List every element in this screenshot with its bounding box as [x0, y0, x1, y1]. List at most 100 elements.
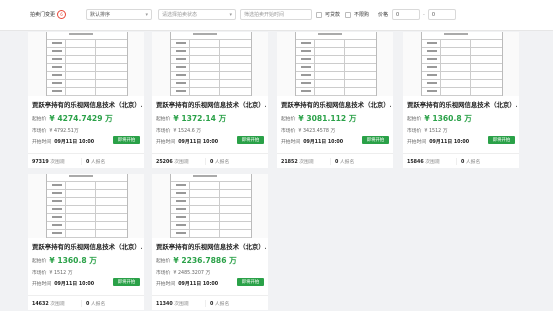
doc-table-divider	[219, 64, 220, 71]
document-thumbnail[interactable]	[152, 174, 268, 238]
start-price-row: 起拍价 ¥ 3081.112 万	[281, 113, 356, 124]
doc-table-row	[171, 190, 251, 198]
document-thumbnail[interactable]	[403, 32, 519, 96]
date-filter-input[interactable]: 筛选拍卖开始时间	[240, 9, 312, 20]
price-max-input[interactable]: 0	[427, 9, 456, 20]
doc-table-divider	[95, 40, 96, 47]
card-title[interactable]: 贾跃亭持有的乐视网信息技术（北京）...	[156, 100, 266, 109]
card-title[interactable]: 贾跃亭持有的乐视网信息技术（北京）...	[32, 242, 142, 251]
document-page	[170, 32, 252, 96]
doc-text-line	[52, 200, 62, 202]
views-count: 14632 次围观	[28, 300, 82, 307]
doc-table-divider	[95, 64, 96, 71]
doc-table-row	[47, 206, 127, 214]
card-footer: 25206 次围观 0 人报名	[152, 153, 268, 169]
doc-table-divider	[440, 40, 441, 47]
status-button[interactable]: 即将开拍	[113, 136, 140, 144]
auction-card[interactable]: 贾跃亭持有的乐视网信息技术（北京）... 起拍价 ¥ 1360.8 万市场价 ¥ 15…	[403, 32, 519, 168]
doc-table-divider	[65, 198, 66, 205]
applicants-number: 0	[335, 160, 339, 165]
doc-table-divider	[314, 56, 315, 63]
status-button[interactable]: 即将开拍	[488, 136, 515, 144]
doc-table-row	[296, 72, 376, 80]
price-min-input[interactable]: 0	[392, 9, 421, 20]
doc-table-row	[422, 32, 502, 40]
doc-table-divider	[314, 72, 315, 79]
card-title[interactable]: 贾跃亭持有的乐视网信息技术（北京）...	[32, 100, 142, 109]
doc-text-line	[52, 74, 62, 76]
doc-table-divider	[95, 88, 96, 95]
start-price-label: 起拍价	[407, 117, 422, 122]
doc-text-line	[52, 82, 62, 84]
doc-table-divider	[470, 64, 471, 71]
sort-select[interactable]: 默认排序 ▾	[86, 9, 152, 20]
auction-card[interactable]: 贾跃亭持有的乐视网信息技术（北京）... 起拍价 ¥ 1372.14 万市场价 ¥ 1…	[152, 32, 268, 168]
doc-table-divider	[65, 230, 66, 237]
doc-table-divider	[344, 56, 345, 63]
status-button[interactable]: 即将开拍	[237, 278, 264, 286]
doc-table-divider	[344, 72, 345, 79]
views-label: 次围观	[174, 160, 189, 165]
start-price-label: 起拍价	[32, 117, 47, 122]
start-time-label: 开拍时间	[32, 140, 52, 145]
start-time-row: 开拍时间 09月11日 10:00	[156, 138, 218, 145]
doc-table-divider	[189, 80, 190, 87]
document-thumbnail[interactable]	[28, 32, 144, 96]
doc-table-divider	[65, 88, 66, 95]
doc-table-divider	[189, 56, 190, 63]
auction-card[interactable]: 贾跃亭持有的乐视网信息技术（北京）... 起拍价 ¥ 2236.7886 万市场价 ¥…	[152, 174, 268, 310]
applicants-number: 0	[86, 160, 90, 165]
doc-text-line	[52, 50, 62, 52]
doc-text-line	[301, 66, 311, 68]
start-price-row: 起拍价 ¥ 4274.7429 万	[32, 113, 113, 124]
doc-table-divider	[470, 80, 471, 87]
status-button[interactable]: 即将开拍	[113, 278, 140, 286]
doc-table-divider	[470, 88, 471, 95]
doc-table-divider	[189, 182, 190, 189]
start-time-row: 开拍时间 09月11日 10:00	[32, 138, 94, 145]
applicants-count: 0 人报名	[206, 300, 229, 307]
auction-card[interactable]: 贾跃亭持有的乐视网信息技术（北京）... 起拍价 ¥ 4274.7429 万市场价 ¥…	[28, 32, 144, 168]
status-select[interactable]: 请选择拍卖状态 ▾	[158, 9, 236, 20]
auction-card[interactable]: 贾跃亭持有的乐视网信息技术（北京）... 起拍价 ¥ 3081.112 万市场价 ¥ …	[277, 32, 393, 168]
region-filter[interactable]: 拍卖门变更 6	[30, 9, 68, 20]
card-title[interactable]: 贾跃亭持有的乐视网信息技术（北京）...	[156, 242, 266, 251]
document-page	[421, 32, 503, 96]
doc-table-divider	[344, 88, 345, 95]
doc-table-divider	[470, 48, 471, 55]
doc-table-divider	[219, 72, 220, 79]
doc-text-line	[427, 58, 437, 60]
document-thumbnail[interactable]	[28, 174, 144, 238]
doc-table-divider	[65, 190, 66, 197]
card-footer: 14632 次围观 0 人报名	[28, 295, 144, 311]
doc-table-divider	[219, 182, 220, 189]
price-filter-label: 价格	[378, 12, 389, 18]
status-button[interactable]: 即将开拍	[237, 136, 264, 144]
auction-card[interactable]: 贾跃亭持有的乐视网信息技术（北京）... 起拍价 ¥ 1360.8 万市场价 ¥ 15…	[28, 174, 144, 310]
applicants-label: 人报名	[214, 160, 230, 165]
market-price-row: 市场价 ¥ 3423.4578 万	[281, 127, 335, 134]
start-price-row: 起拍价 ¥ 2236.7886 万	[156, 255, 237, 266]
loan-checkbox[interactable]: 可贷款	[316, 9, 340, 20]
doc-table-row	[47, 48, 127, 56]
card-title[interactable]: 贾跃亭持有的乐视网信息技术（北京）...	[407, 100, 517, 109]
market-price-value: ¥ 1512 万	[424, 129, 448, 134]
applicants-label: 人报名	[339, 160, 355, 165]
doc-table-row	[47, 56, 127, 64]
status-button[interactable]: 即将开拍	[362, 136, 389, 144]
start-price-value: ¥ 2236.7886 万	[173, 256, 237, 265]
doc-table-divider	[219, 80, 220, 87]
document-page	[46, 174, 128, 238]
card-title[interactable]: 贾跃亭持有的乐视网信息技术（北京）...	[281, 100, 391, 109]
doc-table-divider	[314, 88, 315, 95]
doc-text-line	[52, 184, 62, 186]
limit-checkbox[interactable]: 不限购	[345, 9, 369, 20]
card-footer: 21852 次围观 0 人报名	[277, 153, 393, 169]
doc-text-line	[301, 74, 311, 76]
doc-table-divider	[314, 40, 315, 47]
doc-table-divider	[95, 182, 96, 189]
market-price-row: 市场价 ¥ 4792.51万	[32, 127, 79, 134]
market-price-label: 市场价	[156, 271, 171, 276]
document-thumbnail[interactable]	[152, 32, 268, 96]
document-thumbnail[interactable]	[277, 32, 393, 96]
